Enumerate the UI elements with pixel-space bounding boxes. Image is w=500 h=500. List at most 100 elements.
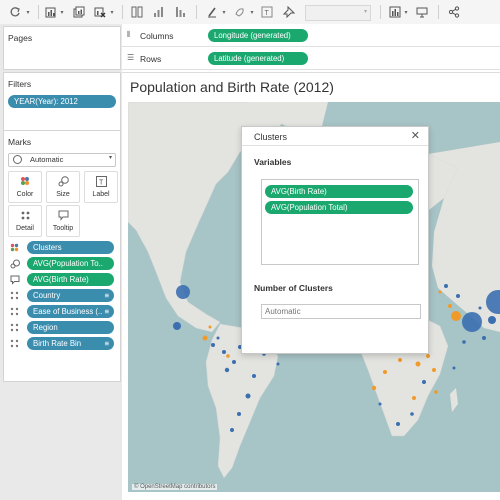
map-point[interactable] — [230, 428, 234, 432]
toolbar: ▾ ▾ ▾ ▾ ▾ T ▾ ▾ — [0, 0, 500, 25]
detail-dots-icon — [10, 339, 19, 348]
filters-card[interactable]: Filters YEAR(Year): 2012 — [3, 72, 121, 132]
columns-pill[interactable]: Longitude (generated) — [208, 29, 308, 42]
new-worksheet-dropdown-icon[interactable]: ▾ — [58, 3, 66, 21]
map-point[interactable] — [202, 335, 208, 341]
map-point[interactable] — [398, 358, 402, 362]
map-point[interactable] — [226, 354, 230, 358]
mark-field-population[interactable]: AVG(Population To.. — [27, 257, 114, 270]
group-icon[interactable] — [233, 3, 247, 21]
clusters-count-input[interactable] — [261, 304, 421, 319]
mark-label-button[interactable]: T Label — [84, 171, 118, 203]
rows-icon: ☰ — [127, 53, 135, 62]
filter-pill-year[interactable]: YEAR(Year): 2012 — [8, 95, 116, 108]
map-point[interactable] — [488, 316, 496, 324]
mark-field-country[interactable]: Country ≡ — [27, 289, 114, 302]
detail-dots-icon — [10, 307, 19, 316]
close-icon[interactable]: ✕ — [411, 129, 420, 142]
mark-type-dropdown[interactable]: Automatic ▾ — [8, 153, 116, 167]
map-point[interactable] — [224, 367, 230, 373]
map-point[interactable] — [211, 343, 215, 347]
show-me-dropdown-icon[interactable]: ▾ — [402, 3, 410, 21]
show-me-icon[interactable] — [388, 3, 402, 21]
map-point[interactable] — [482, 336, 486, 340]
map-point[interactable] — [232, 360, 236, 364]
map-point[interactable] — [176, 285, 190, 299]
mark-label-label: Label — [92, 191, 110, 198]
sort-descending-icon[interactable] — [174, 3, 188, 21]
highlight-dropdown-icon[interactable]: ▾ — [220, 3, 228, 21]
mark-field-birth-rate[interactable]: AVG(Birth Rate) — [27, 273, 114, 286]
marks-card: Marks Automatic ▾ Color Size T Label Det… — [3, 130, 121, 382]
map-point[interactable] — [456, 294, 460, 298]
redo-dropdown-icon[interactable]: ▾ — [24, 3, 32, 21]
map-point[interactable] — [438, 290, 442, 294]
mark-color-button[interactable]: Color — [8, 171, 42, 203]
color-dots-icon — [10, 243, 19, 252]
clear-sheet-icon[interactable] — [93, 3, 107, 21]
mark-field-row: Clusters — [8, 240, 120, 255]
map-point[interactable] — [415, 361, 421, 367]
redo-icon[interactable] — [8, 3, 22, 21]
new-worksheet-icon[interactable] — [44, 3, 58, 21]
mark-detail-button[interactable]: Detail — [8, 205, 42, 237]
map-point[interactable] — [412, 396, 416, 400]
highlight-icon[interactable] — [205, 3, 219, 21]
map-point[interactable] — [383, 370, 387, 374]
clear-dropdown-icon[interactable]: ▾ — [108, 3, 116, 21]
variable-pill-birth-rate[interactable]: AVG(Birth Rate) — [265, 185, 413, 198]
fit-dropdown[interactable]: ▾ — [305, 5, 371, 21]
map-point[interactable] — [462, 312, 482, 332]
variables-box[interactable]: AVG(Birth Rate) AVG(Population Total) — [261, 179, 419, 265]
pin-icon[interactable] — [282, 3, 296, 21]
map-point[interactable] — [237, 412, 241, 416]
map-point[interactable] — [426, 354, 430, 358]
dialog-title: Clusters — [254, 132, 288, 142]
map-point[interactable] — [396, 422, 400, 426]
map-point[interactable] — [208, 325, 212, 329]
columns-shelf[interactable]: ⫴ Columns Longitude (generated) — [122, 25, 500, 47]
variable-pill-population[interactable]: AVG(Population Total) — [265, 201, 413, 214]
map-point[interactable] — [448, 304, 452, 308]
map-point[interactable] — [451, 311, 461, 321]
map-point[interactable] — [276, 362, 280, 366]
mark-field-region[interactable]: Region — [27, 321, 114, 334]
map-point[interactable] — [252, 374, 256, 378]
map-point[interactable] — [462, 340, 466, 344]
map-point[interactable] — [222, 350, 226, 354]
rows-shelf[interactable]: ☰ Rows Latitude (generated) — [122, 48, 500, 70]
map-point[interactable] — [478, 306, 482, 310]
map-point[interactable] — [422, 380, 426, 384]
mark-type-label: Automatic — [30, 155, 64, 164]
map-point[interactable] — [432, 368, 436, 372]
map-point[interactable] — [410, 412, 414, 416]
svg-text:T: T — [99, 180, 104, 187]
mark-field-ease-of-business[interactable]: Ease of Business (.. ≡ — [27, 305, 114, 318]
map-point[interactable] — [371, 385, 377, 391]
sort-ascending-icon[interactable] — [152, 3, 166, 21]
mark-field-clusters[interactable]: Clusters — [27, 241, 114, 254]
mark-field-row: AVG(Birth Rate) — [8, 272, 120, 287]
share-icon[interactable] — [447, 3, 461, 21]
rows-label: Rows — [140, 54, 162, 64]
map-point[interactable] — [452, 366, 456, 370]
rows-pill[interactable]: Latitude (generated) — [208, 52, 308, 65]
mark-field-row: Birth Rate Bin ≡ — [8, 336, 120, 351]
label-icon[interactable]: T — [260, 3, 274, 21]
duplicate-sheet-icon[interactable] — [72, 3, 86, 21]
map-point[interactable] — [216, 336, 220, 340]
map-point[interactable] — [173, 322, 181, 330]
size-icon — [10, 259, 20, 269]
color-icon — [21, 177, 29, 185]
mark-field-birth-rate-bin[interactable]: Birth Rate Bin ≡ — [27, 337, 114, 350]
map-point[interactable] — [378, 402, 382, 406]
map-point[interactable] — [245, 393, 251, 399]
swap-axes-icon[interactable] — [130, 3, 144, 21]
map-point[interactable] — [444, 284, 448, 288]
map-point[interactable] — [434, 390, 438, 394]
mark-size-button[interactable]: Size — [46, 171, 80, 203]
presentation-icon[interactable] — [415, 3, 429, 21]
mark-tooltip-button[interactable]: Tooltip — [46, 205, 80, 237]
group-dropdown-icon[interactable]: ▾ — [248, 3, 256, 21]
pages-card[interactable]: Pages — [3, 26, 121, 70]
